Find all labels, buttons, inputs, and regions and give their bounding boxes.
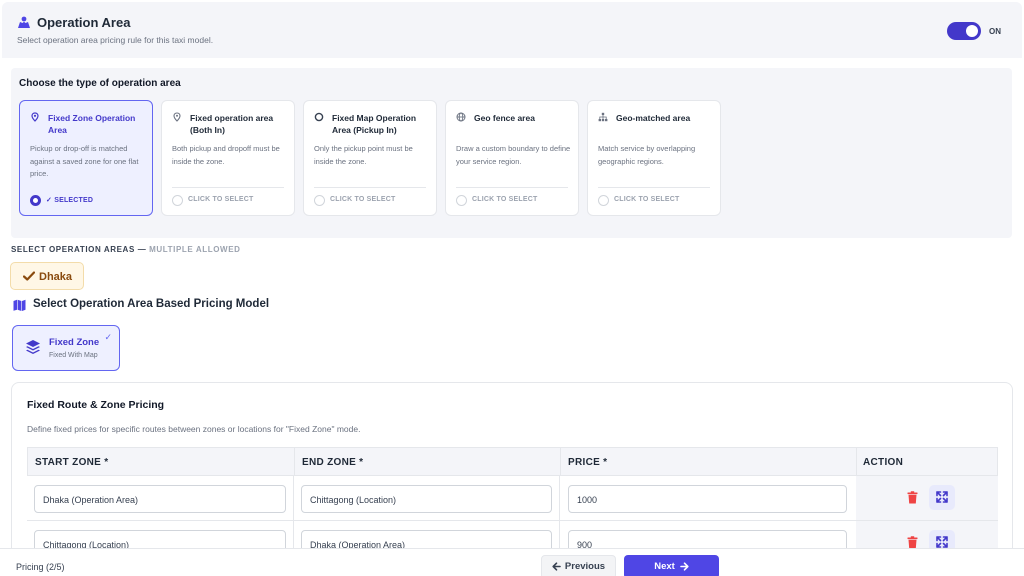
- arrow-left-icon: [552, 562, 561, 572]
- operation-area-header: Operation Area Select operation area pri…: [2, 2, 1022, 58]
- pricing-model-title: Select Operation Area Based Pricing Mode…: [33, 298, 270, 310]
- toggle-knob: [966, 25, 978, 37]
- type-card-geo-matched[interactable]: Geo-matched area Match service by overla…: [587, 100, 721, 216]
- next-button-label: Next: [654, 561, 675, 573]
- selected-check-icon: ✓: [104, 332, 112, 342]
- map-people-icon: [18, 16, 30, 28]
- column-divider: [293, 476, 294, 520]
- column-header-end-zone: END ZONE *: [302, 457, 364, 468]
- radio-indicator[interactable]: [172, 195, 183, 206]
- type-card-status: ✓ SELECTED: [46, 197, 94, 204]
- globe-icon: [456, 112, 466, 122]
- toggle-label: ON: [989, 27, 1001, 36]
- column-divider: [856, 448, 857, 475]
- check-icon: [23, 271, 35, 281]
- card-divider: [314, 187, 426, 188]
- area-chip-dhaka[interactable]: Dhaka: [10, 262, 84, 290]
- type-card-desc: Pickup or drop-off is matched against a …: [30, 144, 139, 178]
- column-divider: [559, 476, 560, 520]
- layers-icon: [26, 340, 40, 354]
- price-input[interactable]: 1000: [568, 485, 847, 513]
- type-card-title: Geo-matched area: [616, 113, 691, 123]
- type-card-geo-fence[interactable]: Geo fence area Draw a custom boundary to…: [445, 100, 579, 216]
- type-card-title: Fixed Map Operation Area (Pickup In): [332, 113, 417, 135]
- start-zone-input[interactable]: Dhaka (Operation Area): [34, 485, 286, 513]
- areas-label-muted: MULTIPLE ALLOWED: [149, 245, 241, 254]
- operation-area-type-panel: Choose the type of operation area Fixed …: [11, 68, 1012, 238]
- next-button[interactable]: Next: [624, 555, 719, 576]
- type-card-fixed-zone[interactable]: Fixed Zone Operation Area Pickup or drop…: [19, 100, 153, 216]
- sitemap-icon: [598, 112, 608, 122]
- page-subtitle: Select operation area pricing rule for t…: [17, 35, 214, 45]
- arrow-right-icon: [679, 562, 689, 572]
- radio-indicator[interactable]: [598, 195, 609, 206]
- column-divider: [560, 448, 561, 475]
- expand-icon: [936, 491, 948, 503]
- pricing-panel-desc: Define fixed prices for specific routes …: [27, 424, 361, 434]
- card-divider: [30, 187, 142, 188]
- type-card-title: Fixed Zone Operation Area: [48, 113, 136, 135]
- type-card-desc: Draw a custom boundary to define your se…: [456, 144, 571, 166]
- type-card-title: Geo fence area: [474, 113, 535, 123]
- radio-indicator[interactable]: [314, 195, 325, 206]
- pricing-model-option-title: Fixed Zone: [49, 337, 100, 348]
- type-card-desc: Both pickup and dropoff must be inside t…: [172, 144, 280, 166]
- wizard-footer: Pricing (2/5) Previous Next: [0, 548, 1024, 576]
- type-card-both-in[interactable]: Fixed operation area (Both In) Both pick…: [161, 100, 295, 216]
- fixed-route-pricing-panel: Fixed Route & Zone Pricing Define fixed …: [11, 382, 1013, 576]
- operation-area-toggle[interactable]: [947, 22, 981, 40]
- trash-icon[interactable]: [907, 491, 918, 504]
- pricing-panel-title: Fixed Route & Zone Pricing: [27, 399, 165, 411]
- area-chip-label: Dhaka: [39, 271, 73, 283]
- type-card-status: CLICK TO SELECT: [330, 196, 396, 203]
- type-card-status: CLICK TO SELECT: [472, 196, 538, 203]
- areas-label-main: SELECT OPERATION AREAS —: [11, 245, 147, 254]
- pricing-model-fixed-zone[interactable]: Fixed Zone Fixed With Map ✓: [12, 325, 120, 371]
- previous-button-label: Previous: [564, 561, 606, 573]
- radio-indicator[interactable]: [456, 195, 467, 206]
- column-header-action: ACTION: [863, 457, 904, 468]
- column-header-start-zone: START ZONE *: [35, 457, 109, 468]
- action-cell: [856, 476, 998, 520]
- table-header: START ZONE * END ZONE * PRICE * ACTION: [27, 447, 998, 476]
- step-indicator: Pricing (2/5): [16, 562, 65, 572]
- page-title: Operation Area: [37, 15, 131, 30]
- card-divider: [598, 187, 710, 188]
- type-card-status: CLICK TO SELECT: [614, 196, 680, 203]
- column-header-price: PRICE *: [568, 457, 608, 468]
- previous-button[interactable]: Previous: [541, 555, 616, 576]
- type-card-title: Fixed operation area (Both In): [190, 113, 274, 135]
- map-pin-icon: [31, 112, 39, 122]
- card-divider: [456, 187, 568, 188]
- type-card-pickup-in[interactable]: Fixed Map Operation Area (Pickup In) Onl…: [303, 100, 437, 216]
- map-icon: [13, 299, 26, 311]
- end-zone-input[interactable]: Chittagong (Location): [301, 485, 552, 513]
- expand-button[interactable]: [929, 485, 955, 510]
- operation-areas-label: SELECT OPERATION AREAS — MULTIPLE ALLOWE…: [11, 245, 241, 254]
- table-row: Dhaka (Operation Area) Chittagong (Locat…: [27, 476, 998, 521]
- card-divider: [172, 187, 284, 188]
- type-card-desc: Only the pickup point must be inside the…: [314, 144, 413, 166]
- pricing-model-option-sub: Fixed With Map: [49, 352, 98, 359]
- expand-icon: [936, 536, 948, 548]
- type-card-desc: Match service by overlapping geographic …: [598, 144, 696, 166]
- column-divider: [294, 448, 295, 475]
- map-pin-icon: [173, 112, 181, 122]
- radio-indicator[interactable]: [30, 195, 41, 206]
- circle-icon: [314, 112, 324, 122]
- type-card-status: CLICK TO SELECT: [188, 196, 254, 203]
- type-section-title: Choose the type of operation area: [19, 78, 181, 89]
